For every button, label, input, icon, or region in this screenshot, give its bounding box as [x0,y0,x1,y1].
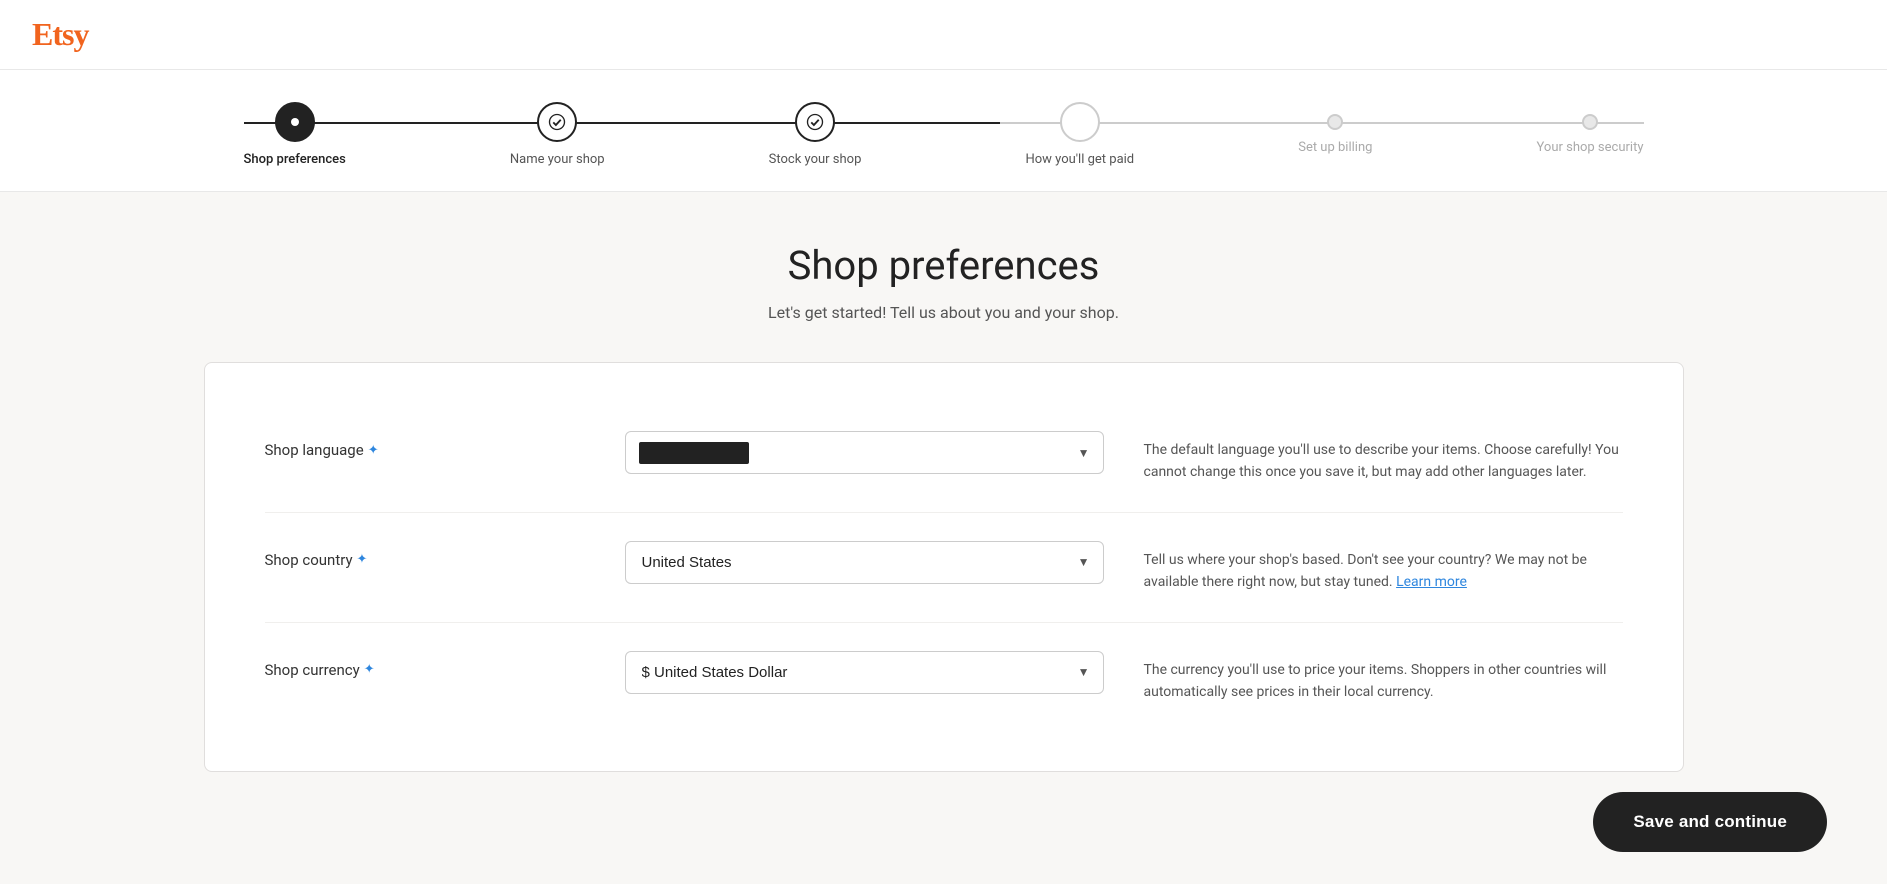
step-circle-2 [537,102,577,142]
shop-language-label-area: Shop language ✦ [265,431,585,459]
save-continue-button[interactable]: Save and continue [1593,792,1827,852]
checkmark-icon [548,113,566,131]
shop-currency-hint: The currency you'll use to price your it… [1144,651,1623,704]
step-circle-6 [1582,114,1598,130]
shop-language-select[interactable]: English [625,431,1104,474]
step-shop-preferences[interactable]: Shop preferences [244,102,346,167]
step-set-up-billing: Set up billing [1298,114,1372,155]
step-name-your-shop[interactable]: Name your shop [510,102,605,167]
page-title: Shop preferences [204,242,1684,289]
etsy-logo[interactable]: Etsy [32,16,1855,53]
step-label-2: Name your shop [510,152,605,167]
shop-country-select[interactable]: United States [625,541,1104,584]
learn-more-link[interactable]: Learn more [1396,574,1467,590]
shop-currency-row: Shop currency ✦ $ United States Dollar ▼… [265,623,1623,732]
required-star-currency: ✦ [364,662,375,677]
shop-currency-select-wrapper: $ United States Dollar ▼ [625,651,1104,694]
shop-language-select-wrapper: English ▼ [625,431,1104,474]
shop-country-label: Shop country ✦ [265,541,585,569]
progress-line-active [244,122,1000,124]
step-label-6: Your shop security [1537,140,1644,155]
step-label-3: Stock your shop [769,152,862,167]
shop-country-hint: Tell us where your shop's based. Don't s… [1144,541,1623,594]
step-circle-1 [275,102,315,142]
shop-country-select-wrapper: United States ▼ [625,541,1104,584]
required-star-country: ✦ [357,552,368,567]
active-dot-icon [288,115,302,129]
step-circle-3 [795,102,835,142]
shop-country-input-area: United States ▼ [625,541,1104,584]
step-shop-security: Your shop security [1537,114,1644,155]
step-label-4: How you'll get paid [1025,152,1134,167]
step-label-1: Shop preferences [244,152,346,167]
shop-country-label-area: Shop country ✦ [265,541,585,569]
progress-track: Shop preferences Name your shop Stock yo… [244,102,1644,167]
step-label-5: Set up billing [1298,140,1372,155]
shop-currency-select[interactable]: $ United States Dollar [625,651,1104,694]
shop-currency-input-area: $ United States Dollar ▼ [625,651,1104,694]
shop-language-hint: The default language you'll use to descr… [1144,431,1623,484]
shop-language-input-area: English ▼ [625,431,1104,474]
step-circle-4 [1060,102,1100,142]
required-star-language: ✦ [368,443,379,458]
step-stock-your-shop[interactable]: Stock your shop [769,102,862,167]
step-circle-5 [1327,114,1343,130]
shop-currency-label-area: Shop currency ✦ [265,651,585,679]
form-card: Shop language ✦ English ▼ The default la… [204,362,1684,772]
checkmark-icon-2 [806,113,824,131]
step-how-get-paid[interactable]: How you'll get paid [1025,102,1134,167]
progress-section: Shop preferences Name your shop Stock yo… [0,70,1887,192]
shop-country-row: Shop country ✦ United States ▼ Tell us w… [265,513,1623,623]
shop-language-row: Shop language ✦ English ▼ The default la… [265,403,1623,513]
shop-language-label: Shop language ✦ [265,431,585,459]
shop-currency-label: Shop currency ✦ [265,651,585,679]
page-subtitle: Let's get started! Tell us about you and… [204,303,1684,322]
main-content: Shop preferences Let's get started! Tell… [144,192,1744,852]
